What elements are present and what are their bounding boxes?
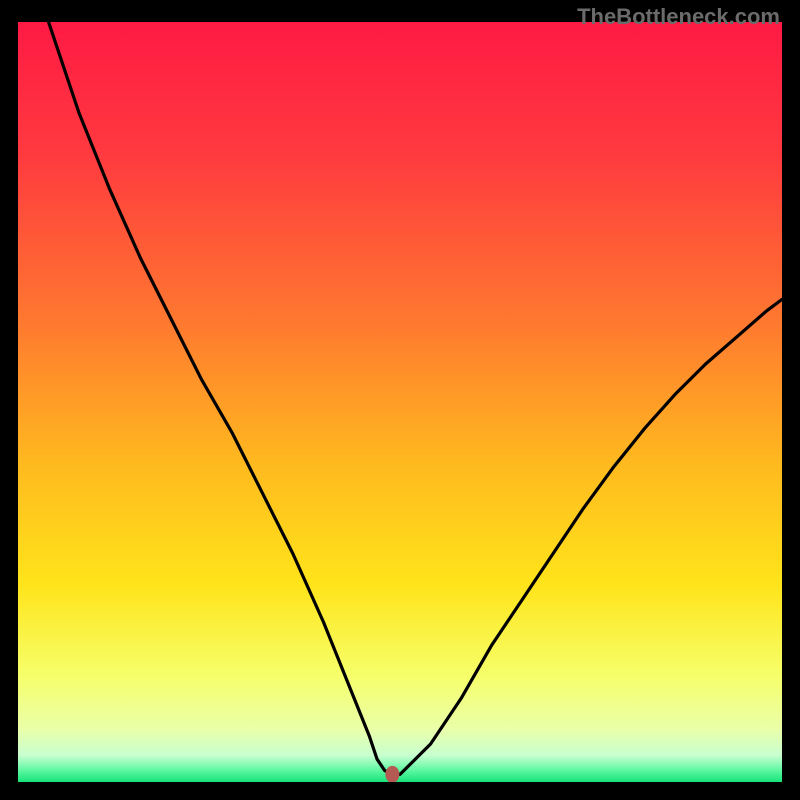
chart-container: TheBottleneck.com xyxy=(0,0,800,800)
chart-svg xyxy=(18,22,782,782)
plot-area xyxy=(18,22,782,782)
watermark-text: TheBottleneck.com xyxy=(577,4,780,30)
